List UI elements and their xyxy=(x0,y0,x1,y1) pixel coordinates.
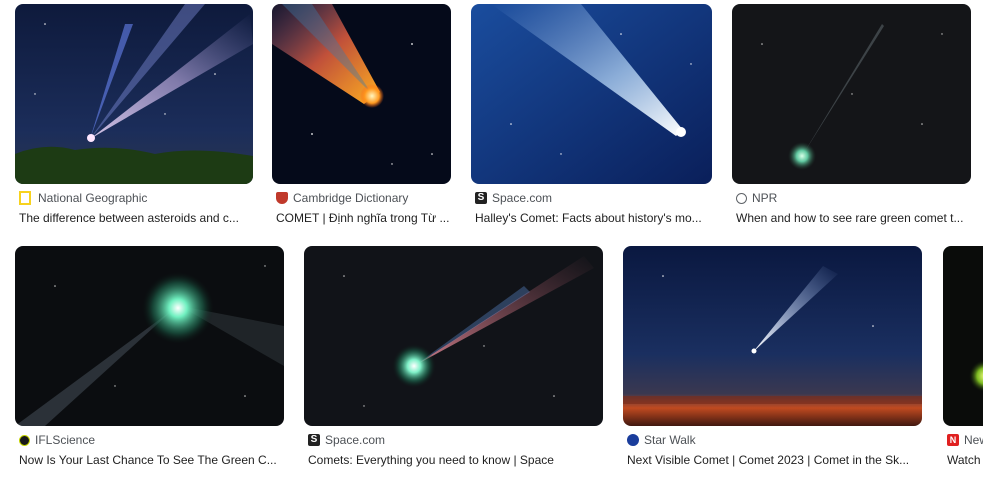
result-source[interactable]: Star Walk xyxy=(627,433,696,447)
comet-thumbnail[interactable] xyxy=(15,4,253,184)
source-name: Space.com xyxy=(492,191,553,205)
result-source[interactable]: Cambridge Dictionary xyxy=(276,191,408,205)
cambridge-shield-icon xyxy=(276,192,288,204)
space-com-icon: S xyxy=(475,192,487,204)
result-title[interactable]: Comets: Everything you need to know | Sp… xyxy=(308,453,603,467)
npr-globe-icon xyxy=(736,192,747,204)
result-source[interactable]: S Space.com xyxy=(308,433,385,447)
result-title[interactable]: Halley's Comet: Facts about history's mo… xyxy=(475,211,712,225)
result-title[interactable]: The difference between asteroids and c..… xyxy=(19,211,251,225)
iflscience-icon xyxy=(19,434,30,446)
source-name: Space.com xyxy=(325,433,386,447)
newsweek-icon: N xyxy=(947,434,959,446)
comet-thumbnail[interactable] xyxy=(471,4,712,184)
star-walk-icon xyxy=(627,434,639,446)
source-name: New xyxy=(964,433,983,447)
space-com-icon: S xyxy=(308,434,320,446)
image-result-card[interactable]: N New Watch xyxy=(943,246,983,476)
source-name: Cambridge Dictionary xyxy=(293,191,409,205)
comet-thumbnail[interactable] xyxy=(732,4,971,184)
result-title[interactable]: Next Visible Comet | Comet 2023 | Comet … xyxy=(627,453,917,467)
result-source[interactable]: NPR xyxy=(736,191,777,205)
comet-thumbnail[interactable] xyxy=(623,246,922,426)
source-name: National Geographic xyxy=(38,191,148,205)
result-title[interactable]: COMET | Định nghĩa trong Từ ... xyxy=(276,211,451,225)
source-name: IFLScience xyxy=(35,433,96,447)
comet-thumbnail[interactable] xyxy=(272,4,451,184)
comet-thumbnail[interactable] xyxy=(943,246,983,426)
source-name: Star Walk xyxy=(644,433,696,447)
result-source[interactable]: N New xyxy=(947,433,983,447)
result-source[interactable]: National Geographic xyxy=(19,191,147,205)
result-source[interactable]: S Space.com xyxy=(475,191,552,205)
result-title[interactable]: Watch xyxy=(947,453,983,467)
result-title[interactable]: When and how to see rare green comet t..… xyxy=(736,211,969,225)
result-title[interactable]: Now Is Your Last Chance To See The Green… xyxy=(19,453,282,467)
comet-thumbnail[interactable] xyxy=(15,246,284,426)
result-source[interactable]: IFLScience xyxy=(19,433,95,447)
comet-thumbnail[interactable] xyxy=(304,246,603,426)
natgeo-icon xyxy=(19,191,31,205)
source-name: NPR xyxy=(752,191,778,205)
